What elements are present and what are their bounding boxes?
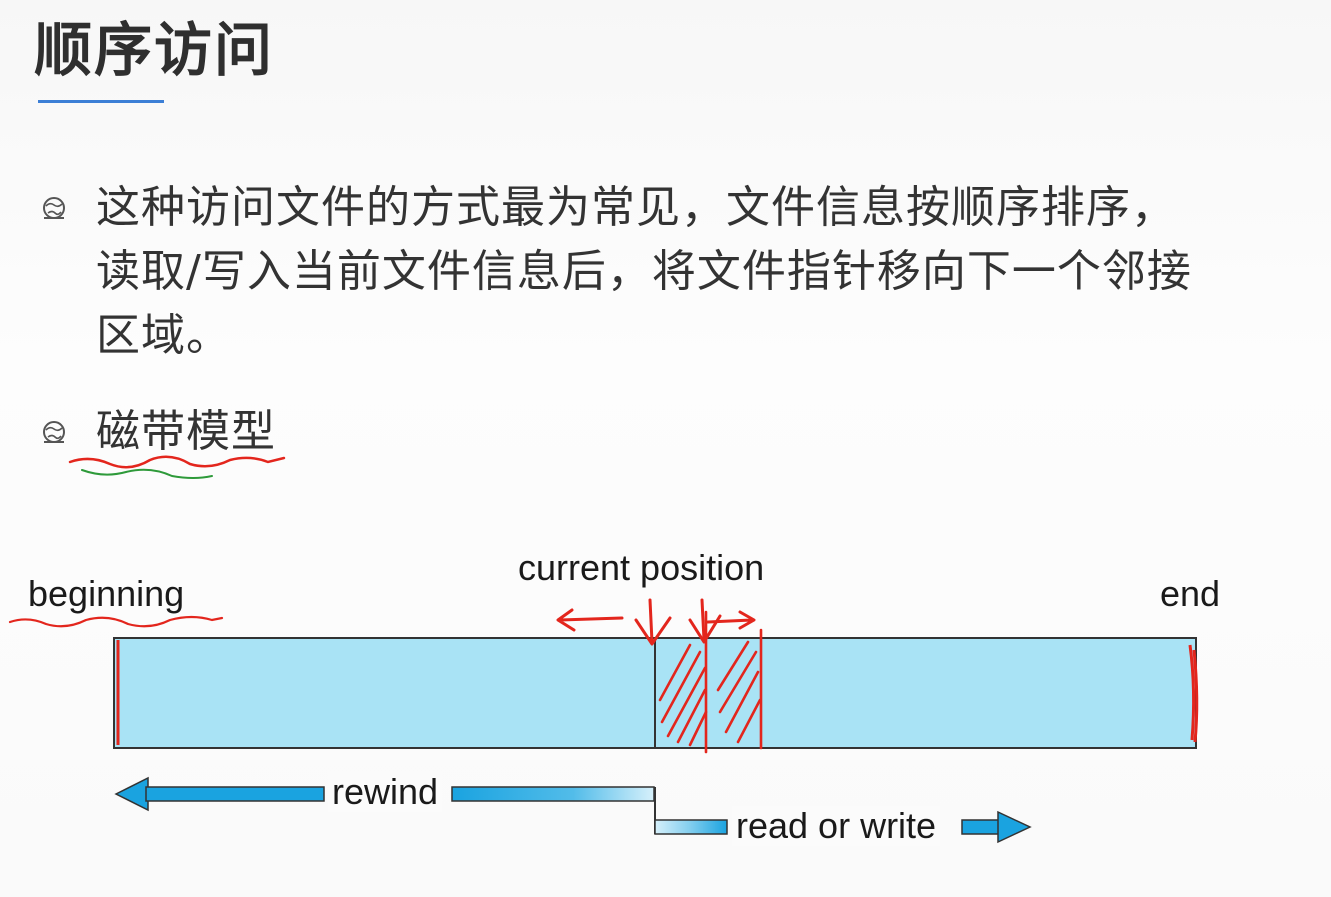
read-write-arrow-head (997, 810, 1032, 844)
green-underline-scribble (81, 468, 213, 479)
red-beginning-scribble (8, 615, 224, 628)
read-write-arrow-shaft-right (961, 819, 1001, 835)
rewind-arrow-shaft-left (145, 786, 325, 802)
rewind-arrow-shaft-right (451, 786, 655, 802)
read-write-arrow-shaft-left (654, 819, 728, 835)
slide: 顺序访问 这种访问文件的方式最为常见，文件信息按顺序排序， 读取/写入当前文件信… (0, 0, 1331, 897)
tape-diagram (8, 455, 1199, 844)
red-underline-scribble (68, 455, 286, 469)
rewind-arrow-head (114, 776, 149, 812)
